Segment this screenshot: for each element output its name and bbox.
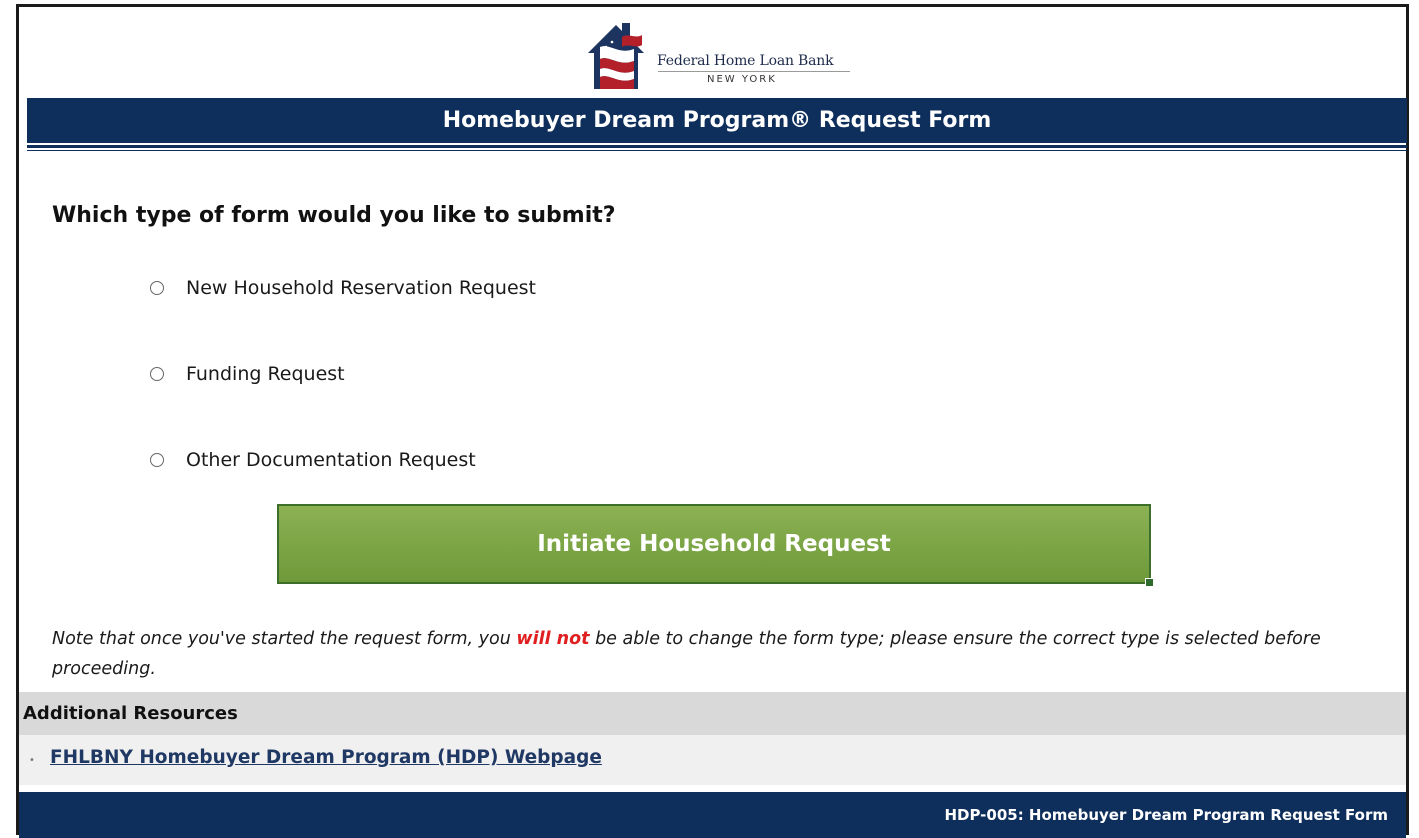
radio-button[interactable] [150, 367, 164, 381]
logo-name-line2: NEW YORK [707, 74, 777, 85]
form-footer: HDP-005: Homebuyer Dream Program Request… [19, 792, 1406, 838]
option-label: New Household Reservation Request [186, 277, 537, 299]
fhlbny-logo: Federal Home Loan Bank NEW YORK [582, 17, 872, 95]
option-label: Funding Request [186, 363, 345, 385]
radio-button[interactable] [150, 453, 164, 467]
logo-divider [658, 71, 850, 72]
form-type-note: Note that once you've started the reques… [52, 624, 1382, 684]
form-type-question: Which type of form would you like to sub… [52, 203, 616, 228]
hdp-webpage-link[interactable]: FHLBNY Homebuyer Dream Program (HDP) Web… [50, 747, 602, 768]
option-other-documentation[interactable]: Other Documentation Request [150, 449, 476, 471]
option-new-household-reservation[interactable]: New Household Reservation Request [150, 277, 536, 299]
bullet-icon: • [29, 755, 35, 766]
house-flag-icon [588, 23, 644, 89]
initiate-button-label: Initiate Household Request [537, 531, 891, 557]
resize-handle[interactable] [1145, 578, 1154, 587]
initiate-household-request-button[interactable]: Initiate Household Request [277, 504, 1154, 587]
logo-name-line1: Federal Home Loan Bank [657, 53, 834, 69]
note-text-before: Note that once you've started the reques… [52, 629, 517, 649]
form-title: Homebuyer Dream Program® Request Form [442, 108, 992, 133]
form-title-bar: Homebuyer Dream Program® Request Form [27, 98, 1407, 143]
option-funding-request[interactable]: Funding Request [150, 363, 345, 385]
note-emphasis: will not [516, 629, 590, 649]
resource-list-item: • FHLBNY Homebuyer Dream Program (HDP) W… [19, 735, 1406, 785]
radio-button[interactable] [150, 281, 164, 295]
resources-heading: Additional Resources [23, 703, 238, 724]
form-sheet: Federal Home Loan Bank NEW YORK Homebuye… [16, 4, 1409, 838]
additional-resources-header: Additional Resources [19, 692, 1406, 735]
title-rule [27, 145, 1407, 148]
title-rule-thin [27, 150, 1407, 151]
footer-form-id: HDP-005: Homebuyer Dream Program Request… [944, 806, 1388, 824]
option-label: Other Documentation Request [186, 449, 476, 471]
